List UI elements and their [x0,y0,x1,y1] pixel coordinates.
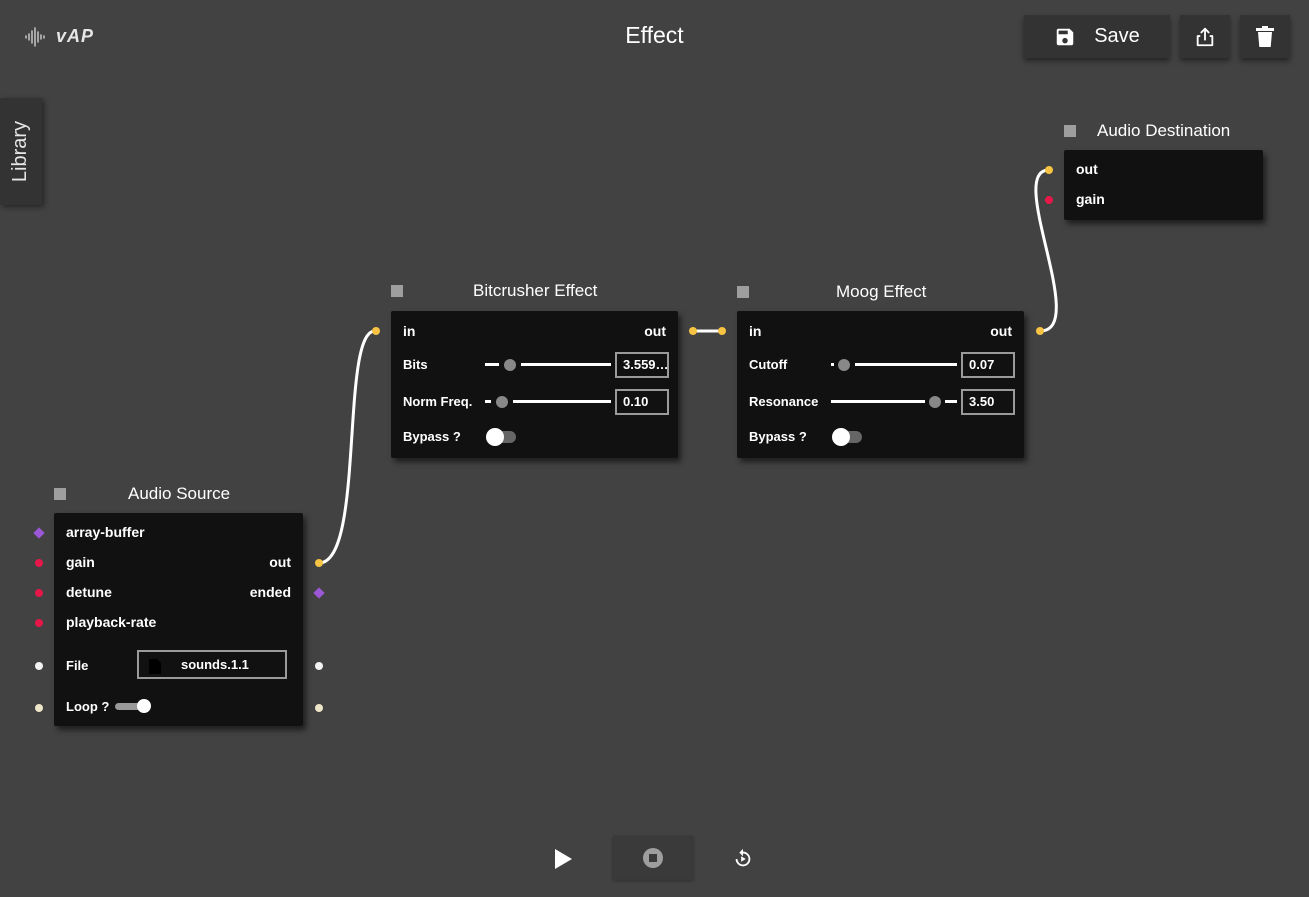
file-label: File [66,658,89,673]
cutoff-slider-thumb[interactable] [838,359,850,371]
moog-node-header[interactable] [737,281,749,303]
resonance-slider[interactable] [831,395,957,409]
source-loop-in-port[interactable] [35,704,43,712]
destination-input-gain: gain [1076,191,1105,207]
source-input-playback-rate: playback-rate [66,614,157,630]
bitcrusher-node-title: Bitcrusher Effect [473,281,598,300]
bitcrusher-out-port[interactable] [689,327,697,335]
source-gain-port[interactable] [35,559,43,567]
play-button[interactable] [547,843,579,875]
file-name: sounds.1.1 [181,657,249,672]
source-out-port[interactable] [315,559,323,567]
bits-label: Bits [403,357,428,372]
norm-freq-value-input[interactable]: 0.10 [615,389,669,415]
source-output-out: out [269,554,291,570]
bits-slider[interactable] [485,358,611,372]
loop-label: Loop ? [66,699,110,714]
wire-moog-to-destination[interactable] [1034,168,1058,333]
source-drag-handle[interactable] [54,488,66,500]
moog-out-port[interactable] [1036,327,1044,335]
file-icon [149,659,161,674]
cutoff-slider[interactable] [831,358,957,372]
destination-input-out: out [1076,161,1098,177]
destination-drag-handle[interactable] [1064,125,1076,137]
resonance-label: Resonance [749,394,819,409]
norm-freq-label: Norm Freq. [403,394,473,409]
replay-button[interactable] [727,843,759,875]
source-playback-rate-port[interactable] [35,619,43,627]
bitcrusher-in-port[interactable] [372,327,380,335]
bits-slider-thumb[interactable] [504,359,516,371]
source-file-out-port[interactable] [315,662,323,670]
cutoff-label: Cutoff [749,357,788,372]
wire-source-to-bitcrusher[interactable] [318,329,376,565]
replay-icon [735,848,751,867]
destination-node-title: Audio Destination [1097,121,1231,140]
source-loop-out-port[interactable] [315,704,323,712]
play-icon [555,849,572,869]
bitcrusher-bypass-toggle[interactable] [486,428,516,446]
source-node[interactable]: array-buffer gain detune playback-rate o… [54,513,303,726]
bitcrusher-drag-handle[interactable] [391,285,403,297]
resonance-value-input[interactable]: 3.50 [961,389,1015,415]
resonance-slider-thumb[interactable] [929,396,941,408]
stop-icon [643,848,663,868]
moog-bypass-label: Bypass ? [749,429,807,444]
destination-node[interactable]: out gain [1064,150,1263,220]
bitcrusher-bypass-label: Bypass ? [403,429,461,444]
norm-freq-slider-thumb[interactable] [496,396,508,408]
destination-node-header[interactable] [1064,120,1076,142]
moog-node-title: Moog Effect [836,282,927,301]
cutoff-value-input[interactable]: 0.07 [961,352,1015,378]
moog-in-label: in [749,323,762,339]
source-node-header[interactable] [54,483,66,505]
bitcrusher-node[interactable]: in out Bits 3.559… Norm Freq. 0.10 Bypas… [391,311,678,458]
source-input-array-buffer: array-buffer [66,524,145,540]
destination-out-port[interactable] [1045,166,1053,174]
source-file-in-port[interactable] [35,662,43,670]
bitcrusher-in-label: in [403,323,416,339]
moog-in-port[interactable] [718,327,726,335]
moog-out-label: out [990,323,1012,339]
file-picker[interactable]: sounds.1.1 [137,650,287,679]
source-input-detune: detune [66,584,112,600]
bitcrusher-node-header[interactable] [391,280,403,302]
loop-toggle[interactable] [115,699,151,713]
destination-gain-port[interactable] [1045,196,1053,204]
moog-drag-handle[interactable] [737,286,749,298]
bits-value-input[interactable]: 3.559… [615,352,669,378]
bitcrusher-out-label: out [644,323,666,339]
source-output-ended: ended [249,584,291,600]
source-input-gain: gain [66,554,95,570]
moog-node[interactable]: in out Cutoff 0.07 Resonance 3.50 Bypass… [737,311,1024,458]
source-detune-port[interactable] [35,589,43,597]
source-node-title: Audio Source [128,484,231,503]
moog-bypass-toggle[interactable] [832,428,862,446]
norm-freq-slider[interactable] [485,395,611,409]
stop-button[interactable] [613,836,693,880]
